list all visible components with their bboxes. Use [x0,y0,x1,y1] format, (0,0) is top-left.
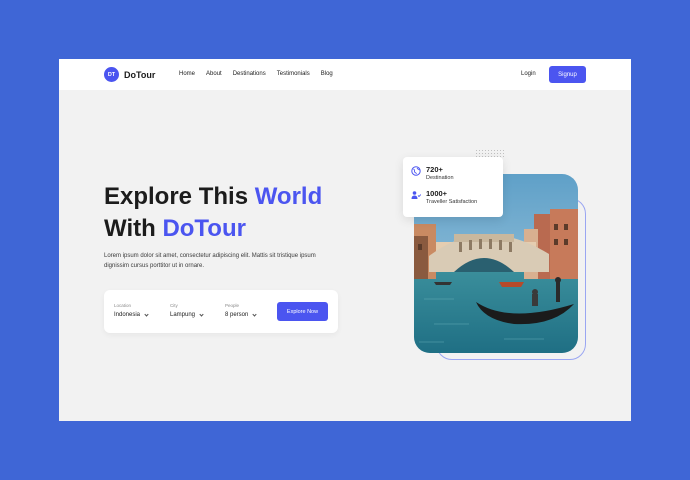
city-value: Lampung [170,312,196,318]
headline-accent-1: World [254,183,323,210]
stat-value: 1000+ [426,189,448,198]
hero-headline: Explore This World With DoTour [104,181,322,245]
stats-card: 720+ Destination 1000+ Traveller Satisfa… [403,157,503,217]
chevron-down-icon [199,311,204,317]
location-label: Location [114,303,132,308]
signup-button[interactable]: Signup [549,66,586,83]
dot-pattern [475,149,505,157]
stat-travellers: 1000+ Traveller Satisfaction [411,189,477,205]
stat-label: Destination [426,175,454,181]
headline-accent-2: DoTour [162,215,246,242]
stat-destination: 720+ Destination [411,165,454,181]
navbar: DT DoTour Home About Destinations Testim… [59,59,631,90]
nav-item-testimonials[interactable]: Testimonials [277,71,310,77]
nav-item-destinations[interactable]: Destinations [233,71,266,77]
brand-logo[interactable]: DT DoTour [104,67,155,82]
users-icon [411,191,421,199]
chevron-down-icon [144,311,149,317]
city-field[interactable]: City Lampung [170,303,204,318]
nav-item-blog[interactable]: Blog [321,71,333,77]
headline-line2: With [104,215,163,242]
nav-item-home[interactable]: Home [179,71,195,77]
city-select[interactable]: Lampung [170,311,204,318]
location-field[interactable]: Location Indonesia [114,303,149,318]
people-field[interactable]: People 8 person [225,303,257,318]
stat-value: 720+ [426,165,443,174]
location-value: Indonesia [114,312,141,318]
city-label: City [170,303,178,308]
explore-now-button[interactable]: Explore Now [277,302,328,321]
nav-item-about[interactable]: About [206,71,222,77]
people-label: People [225,303,240,308]
chevron-down-icon [252,311,257,317]
hero-description: Lorem ipsum dolor sit amet, consectetur … [104,253,316,269]
search-card: Location Indonesia City Lampung People 8… [104,290,338,333]
people-value: 8 person [225,312,249,318]
headline-line1: Explore This [104,183,255,210]
globe-icon [411,166,421,176]
nav-menu: Home About Destinations Testimonials Blo… [179,71,344,77]
brand-name: DoTour [124,69,156,80]
people-select[interactable]: 8 person [225,311,257,318]
stat-label: Traveller Satisfaction [426,199,478,205]
login-link[interactable]: Login [521,71,536,77]
location-select[interactable]: Indonesia [114,311,149,318]
logo-badge: DT [104,67,119,82]
landing-page: DT DoTour Home About Destinations Testim… [59,59,631,421]
